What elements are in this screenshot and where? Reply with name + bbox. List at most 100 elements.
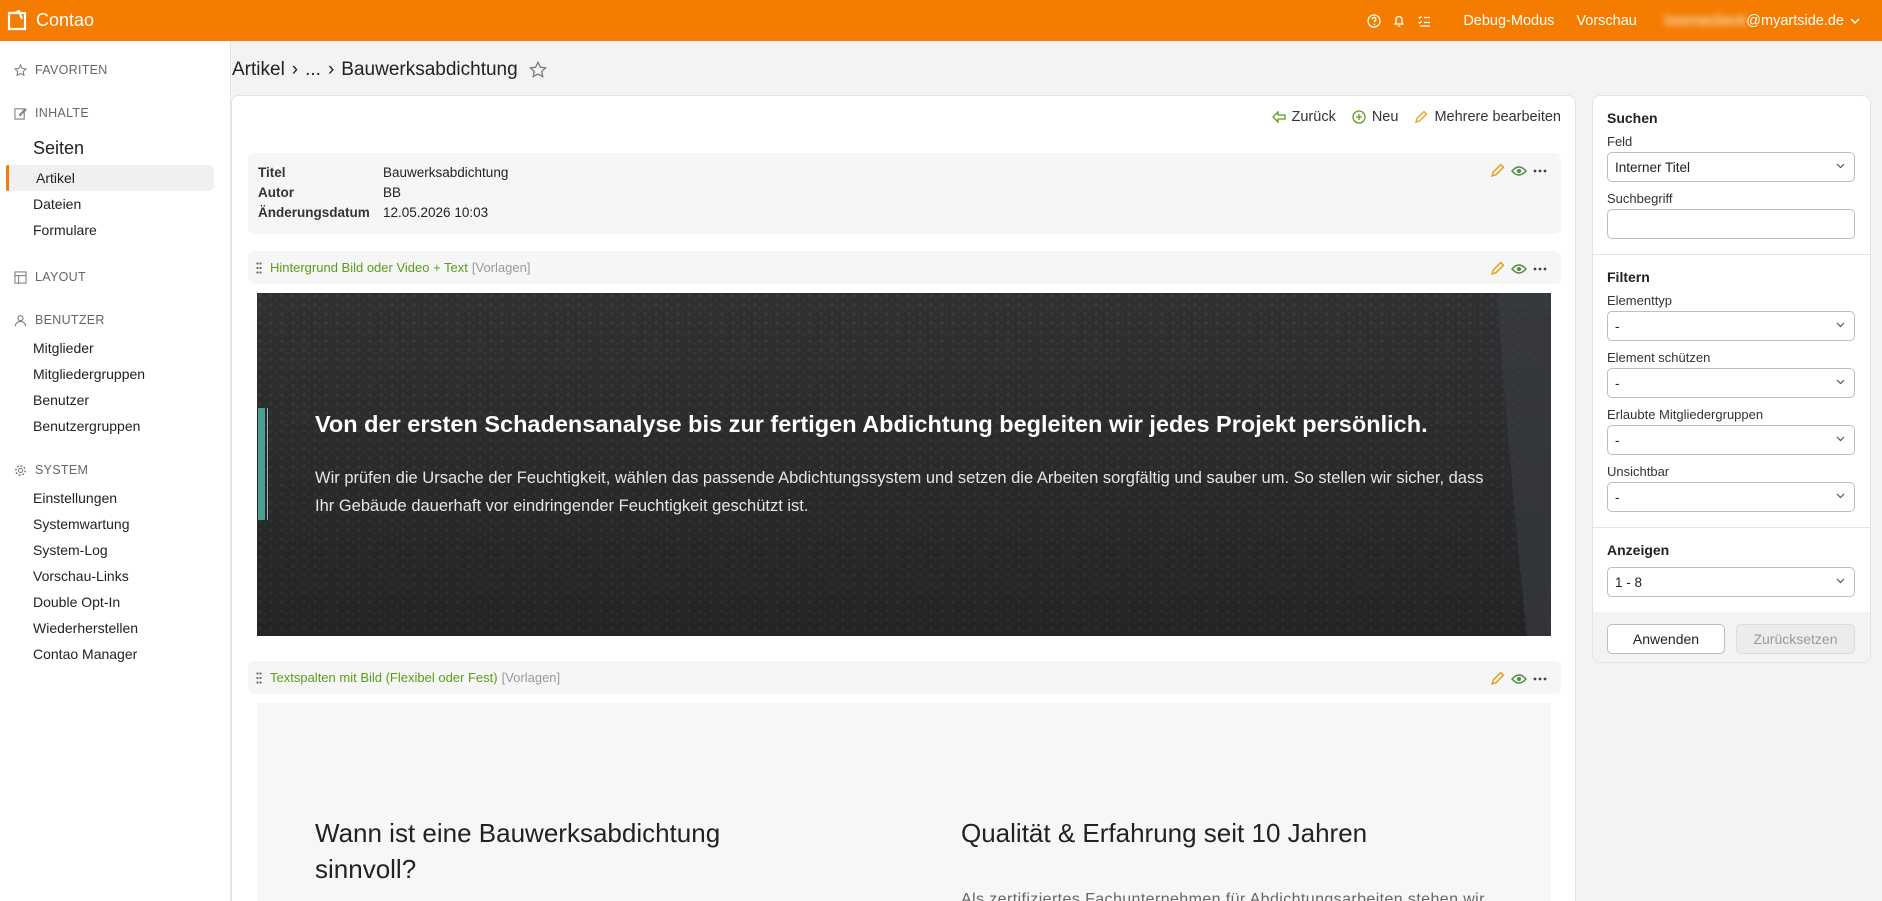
filter-title: Filtern (1607, 269, 1650, 285)
chevron-down-icon (1836, 578, 1845, 584)
bell-icon[interactable] (1391, 13, 1407, 29)
content-element-header: Textspalten mit Bild (Flexibel oder Fest… (248, 661, 1561, 694)
sidebar-item-contao-manager[interactable]: Contao Manager (0, 641, 230, 667)
article-info: Titel Bauwerksabdichtung Autor BB Änderu… (248, 153, 1561, 234)
edit-pencil-icon[interactable] (1490, 163, 1505, 178)
new-button[interactable]: Neu (1352, 109, 1398, 125)
sidebar-item-forms[interactable]: Formulare (0, 217, 230, 243)
contao-logo-icon (7, 9, 27, 30)
sidebar-item-users[interactable]: Benutzer (0, 387, 230, 413)
field-select[interactable]: Interner Titel (1607, 152, 1855, 182)
edit-pencil-icon[interactable] (1490, 261, 1505, 276)
eye-icon[interactable] (1511, 263, 1527, 275)
nav-group-favorites[interactable]: FAVORITEN (0, 60, 230, 80)
element-type: Textspalten mit Bild (Flexibel oder Fest… (270, 670, 498, 685)
invisible-select[interactable]: - (1607, 482, 1855, 512)
sidebar-item-double-opt-in[interactable]: Double Opt-In (0, 589, 230, 615)
column2-heading: Qualität & Erfahrung seit 10 Jahren (961, 818, 1368, 848)
sidebar-item-system-log[interactable]: System-Log (0, 537, 230, 563)
breadcrumb-root[interactable]: Artikel (232, 59, 285, 81)
sidebar-item-undo[interactable]: Wiederherstellen (0, 615, 230, 641)
show-limit-value: 1 - 8 (1615, 574, 1643, 590)
search-title: Suchen (1607, 110, 1658, 126)
layout-icon (14, 270, 27, 284)
back-arrow-icon (1271, 111, 1286, 123)
edit-multiple-button[interactable]: Mehrere bearbeiten (1414, 109, 1561, 125)
article-operations (1490, 163, 1547, 178)
edit-pencil-icon[interactable] (1490, 671, 1505, 686)
nav-group-content[interactable]: INHALTE (0, 103, 230, 123)
column1-heading: Wann ist eine Bauwerksabdichtung sinnvol… (315, 818, 721, 884)
sidebar-item-user-groups[interactable]: Benutzergruppen (0, 413, 230, 439)
nav-group-system[interactable]: SYSTEM (0, 460, 230, 480)
apply-button[interactable]: Anwenden (1607, 624, 1725, 654)
user-icon (14, 314, 27, 326)
user-menu[interactable]: bsemacbeck@myartside.de (1665, 13, 1844, 29)
pencil-icon (1415, 110, 1428, 123)
app-name: Contao (36, 10, 95, 30)
element-type: Hintergrund Bild oder Video + Text (270, 260, 468, 275)
sidebar-item-articles[interactable]: Artikel (6, 165, 214, 191)
hero-heading: Von der ersten Schadensanalyse bis zur f… (315, 411, 1428, 437)
element-type-select-value: - (1615, 318, 1620, 334)
protect-select-value: - (1615, 375, 1620, 391)
reset-button[interactable]: Zurücksetzen (1736, 624, 1855, 654)
info-row-date: Änderungsdatum 12.05.2026 10:03 (258, 203, 1551, 223)
element-template-tag: [Vorlagen] (471, 260, 531, 275)
show-limit-select[interactable]: 1 - 8 (1607, 567, 1855, 597)
nav-group-label: LAYOUT (35, 270, 86, 284)
protect-label: Element schützen (1607, 350, 1711, 365)
nav-group-label: FAVORITEN (35, 63, 108, 77)
sidebar-item-files[interactable]: Dateien (0, 191, 230, 217)
gear-icon (15, 464, 26, 476)
nav-group-label: SYSTEM (35, 463, 89, 477)
tasks-icon[interactable] (1416, 13, 1432, 29)
hero-preview: Von der ersten Schadensanalyse bis zur f… (257, 293, 1551, 636)
user-domain: @myartside.de (1746, 12, 1844, 29)
element-type-select[interactable]: - (1607, 311, 1855, 341)
author-value: BB (383, 185, 402, 200)
column2-text: Als zertifiziertes Fachunternehmen für A… (961, 891, 1485, 901)
sidebar-item-settings[interactable]: Einstellungen (0, 485, 230, 511)
more-icon[interactable] (1533, 267, 1547, 271)
field-select-value: Interner Titel (1615, 159, 1691, 175)
field-label: Feld (1607, 134, 1633, 149)
chevron-down-icon[interactable] (1850, 18, 1860, 24)
top-header: Contao Debug-Modus Vorschau bsemacbeck@m… (0, 0, 1882, 41)
nav-group-users[interactable]: BENUTZER (0, 310, 230, 330)
drag-handle-icon[interactable] (256, 671, 262, 684)
more-icon[interactable] (1533, 677, 1547, 681)
hero-divider (267, 408, 268, 520)
member-groups-select[interactable]: - (1607, 425, 1855, 455)
breadcrumb-ellipsis[interactable]: ... (305, 59, 321, 81)
debug-mode-link[interactable]: Debug-Modus (1463, 13, 1554, 29)
element-operations (1490, 261, 1547, 276)
sidebar-item-members[interactable]: Mitglieder (0, 335, 230, 361)
chevron-down-icon (1836, 322, 1845, 328)
eye-icon[interactable] (1511, 673, 1527, 685)
preview-link[interactable]: Vorschau (1576, 13, 1636, 29)
sidebar-item-pages[interactable]: Seiten (0, 131, 230, 165)
protect-select[interactable]: - (1607, 368, 1855, 398)
sidebar-item-maintenance[interactable]: Systemwartung (0, 511, 230, 537)
sidebar-item-member-groups[interactable]: Mitgliedergruppen (0, 361, 230, 387)
back-button[interactable]: Zurück (1271, 109, 1336, 125)
sidebar-item-preview-links[interactable]: Vorschau-Links (0, 563, 230, 589)
search-term-input[interactable] (1607, 209, 1855, 239)
element-type-label: Elementtyp (1607, 293, 1673, 308)
eye-icon[interactable] (1511, 165, 1527, 177)
date-value: 12.05.2026 10:03 (383, 205, 489, 220)
hero-text: Wir prüfen die Ursache der Feuchtigkeit,… (315, 469, 1484, 515)
toolbar: Zurück Neu Mehrere bearbeiten (1256, 109, 1561, 125)
contao-logo[interactable]: Contao (6, 9, 95, 32)
member-groups-select-value: - (1615, 432, 1620, 448)
breadcrumb-current: Bauwerksabdichtung (341, 59, 518, 80)
favorite-star-icon[interactable] (528, 61, 547, 79)
more-icon[interactable] (1533, 169, 1547, 173)
drag-handle-icon[interactable] (256, 261, 262, 274)
nav-group-layout[interactable]: LAYOUT (0, 267, 230, 287)
info-row-title: Titel Bauwerksabdichtung (258, 163, 1551, 183)
edit-multiple-label: Mehrere bearbeiten (1434, 109, 1561, 125)
help-icon[interactable] (1366, 13, 1382, 29)
star-icon (14, 63, 27, 76)
